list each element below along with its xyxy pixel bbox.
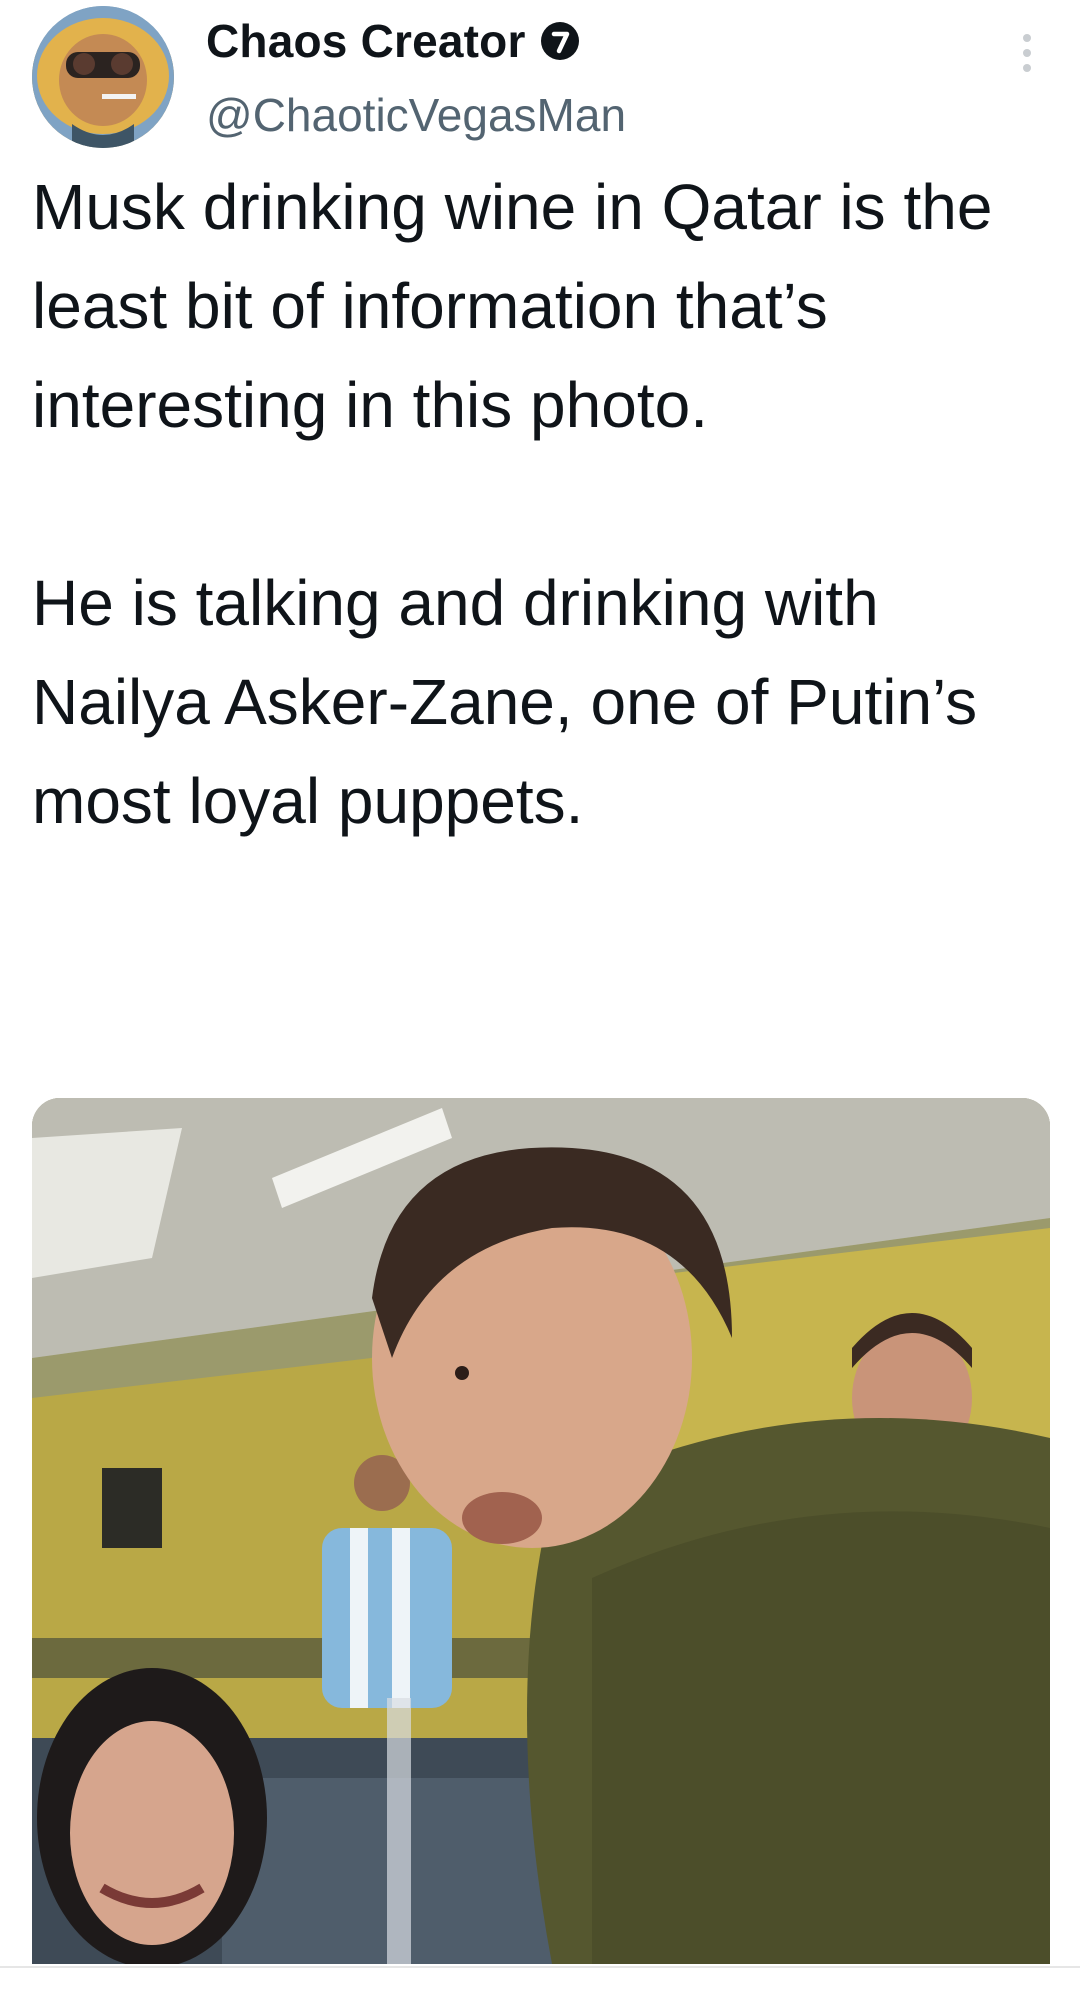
- divider: [0, 1966, 1080, 1968]
- tweet-photo[interactable]: [32, 1098, 1050, 1964]
- author-handle[interactable]: @ChaoticVegasMan: [206, 88, 626, 142]
- avatar-photo-icon: [32, 6, 174, 148]
- author-avatar[interactable]: [32, 6, 174, 148]
- photo-image: [32, 1098, 1050, 1964]
- tweet-paragraph: Musk drinking wine in Qatar is the least…: [32, 171, 993, 441]
- tweet-paragraph: He is talking and drinking with Nailya A…: [32, 567, 978, 837]
- author-name-row: Chaos Creator: [206, 14, 580, 68]
- tweet-card: Chaos Creator @ChaoticVegasMan Musk drin…: [0, 0, 1080, 1994]
- author-display-name[interactable]: Chaos Creator: [206, 14, 526, 68]
- more-options-icon[interactable]: [1012, 30, 1042, 76]
- verified-badge-icon: [540, 21, 580, 61]
- tweet-text: Musk drinking wine in Qatar is the least…: [32, 158, 1042, 851]
